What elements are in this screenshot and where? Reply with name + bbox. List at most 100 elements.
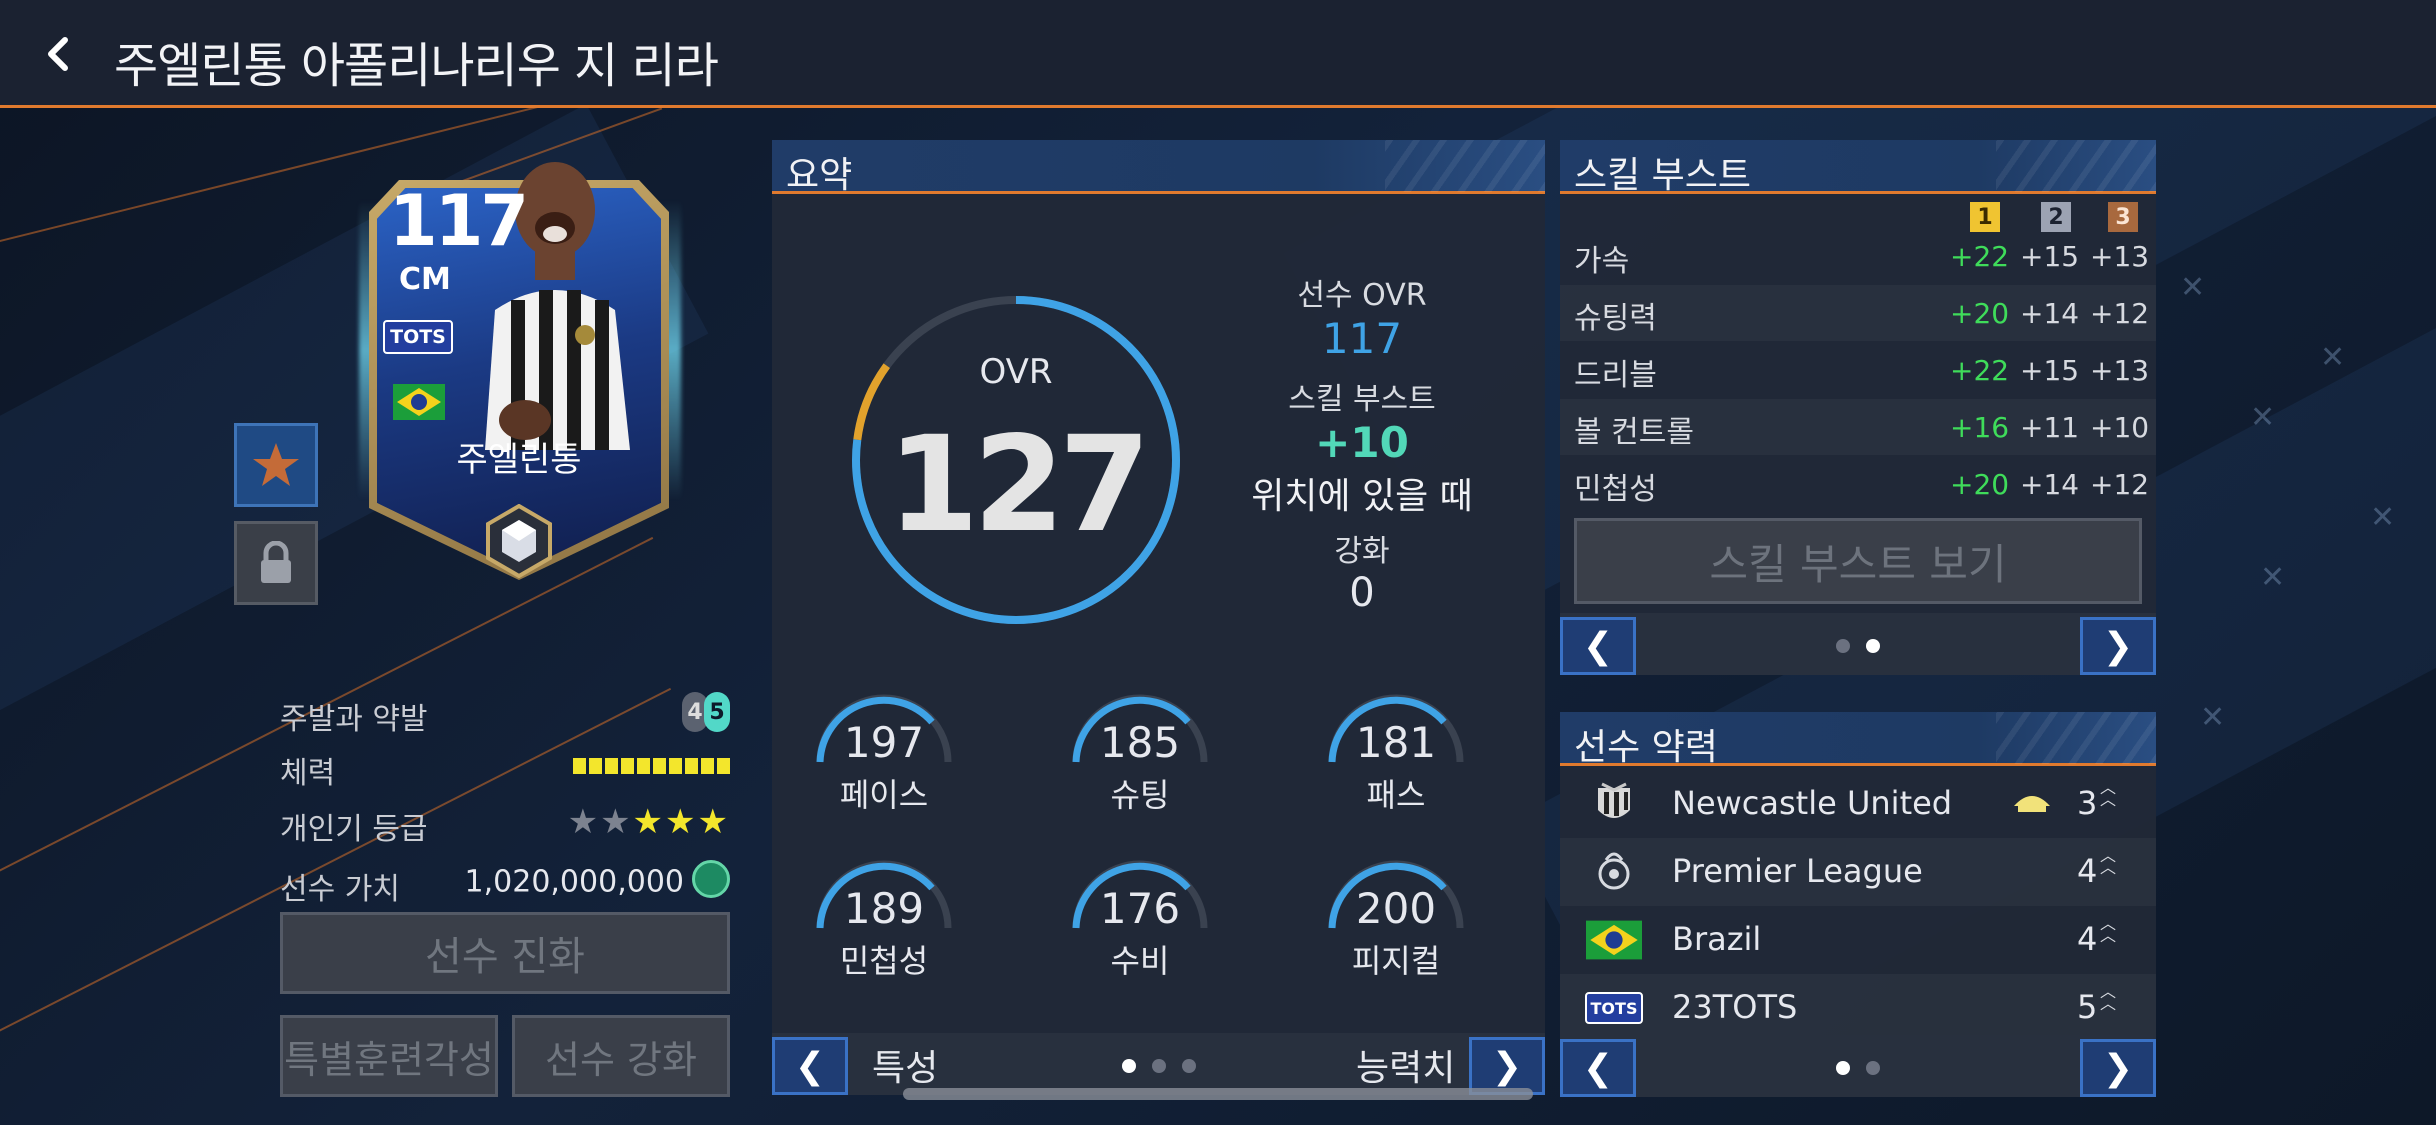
skill-name: 드리블: [1574, 358, 1657, 393]
skill-boost-row: 슈팅력 +20 +14 +12: [1560, 285, 2156, 341]
diamond-grade-icon: [486, 504, 552, 578]
popularity-stars: ★★★★★: [568, 802, 730, 842]
back-button[interactable]: [30, 26, 86, 82]
stat-item: 200 피지컬: [1316, 858, 1476, 998]
header-decor: [1996, 140, 2156, 192]
page-dot: [1866, 639, 1880, 653]
skill-boost-header: 스킬 부스트: [1560, 140, 2156, 196]
view-skill-boost-button[interactable]: 스킬 부스트 보기: [1574, 518, 2142, 604]
summary-next-button[interactable]: ❯: [1469, 1037, 1545, 1095]
history-page-dots: [1836, 1061, 1880, 1075]
history-icon: [1584, 780, 1644, 828]
bg-cross: ✕: [2200, 700, 2226, 735]
stat-value: 189: [843, 884, 925, 933]
skill-boost-panel: 스킬 부스트 1 2 3 가속 +22 +15 +13 슈팅력 +20 +14 +12 드리블 +…: [1560, 140, 2156, 675]
skill-rank2-value: +14: [2020, 468, 2080, 501]
stat-label: 페이스: [839, 776, 929, 814]
history-icon: [1584, 916, 1644, 964]
premier-league-icon: [1598, 852, 1630, 890]
history-level: 4: [2077, 852, 2098, 890]
stamina-segment: [589, 758, 602, 774]
skill-next-button[interactable]: ❯: [2080, 617, 2156, 675]
history-row[interactable]: TOTS 23TOTS 5 ︿ ︿: [1560, 974, 2156, 1042]
skill-boost-block: 스킬 부스트 +10 위치에 있을 때: [1192, 374, 1532, 519]
stat-label: 피지컬: [1351, 942, 1441, 980]
value-field: 1,020,000,000: [465, 860, 730, 902]
skill-rank3-value: +10: [2090, 411, 2150, 444]
skill-name: 슈팅력: [1574, 301, 1657, 336]
skill-rank2-value: +11: [2020, 411, 2080, 444]
bg-cross: ✕: [2370, 500, 2396, 535]
stamina-label: 체력: [280, 756, 336, 791]
stamina-bar: [573, 758, 730, 774]
stat-item: 185 슈팅: [1060, 692, 1220, 832]
star-icon: [253, 443, 299, 486]
history-level: 4: [2077, 920, 2098, 958]
bg-cross: ✕: [2320, 340, 2346, 375]
stat-value: 181: [1355, 718, 1437, 767]
history-level: 5: [2077, 988, 2098, 1026]
header-decor: [1385, 140, 1545, 192]
level-up-icon: ︿ ︿: [2100, 982, 2117, 1013]
stamina-segment: [621, 758, 634, 774]
stamina-segment: [653, 758, 666, 774]
card-ovr: 117: [389, 180, 529, 262]
stat-label: 수비: [1110, 942, 1170, 980]
skill-rank2-value: +14: [2020, 297, 2080, 330]
popularity-label: 개인기 등급: [280, 812, 428, 847]
skill-rank1-value: +20: [1950, 297, 2010, 330]
player-ovr-label: 선수 OVR: [1297, 278, 1427, 313]
summary-prev-button[interactable]: ❮: [772, 1037, 848, 1095]
level-up-icon: ︿ ︿: [2100, 778, 2117, 809]
history-name: Brazil: [1672, 920, 1762, 958]
history-name: 23TOTS: [1672, 988, 1798, 1026]
lock-button[interactable]: [234, 521, 318, 605]
level-up-icon: ︿ ︿: [2100, 914, 2117, 945]
page-dot: [1122, 1059, 1136, 1073]
stamina-segment: [637, 758, 650, 774]
traits-tab[interactable]: 특성: [872, 1039, 938, 1091]
page-dot: [1836, 1061, 1850, 1075]
skill-rank1-value: +16: [1950, 411, 2010, 444]
history-next-button[interactable]: ❯: [2080, 1039, 2156, 1097]
stat-value: 200: [1355, 884, 1437, 933]
summary-panel: 요약 OVR 127 선수 OVR 117 스킬 부스트 +10 위치에 있을 …: [772, 140, 1545, 1095]
chevron-left-icon: [48, 37, 68, 71]
star-icon: ★: [665, 802, 698, 842]
skill-boost-row: 가속 +22 +15 +13: [1560, 228, 2156, 284]
player-history-panel: 선수 약력 Newcastle United 3 ︿ ︿ Premier League 4…: [1560, 712, 2156, 1097]
favorite-button[interactable]: [234, 423, 318, 507]
evolve-button[interactable]: 선수 진화: [280, 912, 730, 994]
header-decor: [1996, 712, 2156, 764]
value-row: 선수 가치 1,020,000,000: [280, 860, 730, 907]
history-prev-button[interactable]: ❮: [1560, 1039, 1636, 1097]
enhance-button[interactable]: 선수 강화: [512, 1015, 730, 1097]
abilities-tab[interactable]: 능력치: [1356, 1039, 1455, 1091]
foot-label: 주발과 약발: [280, 702, 428, 737]
summary-footer: ❮ 특성 능력치 ❯: [772, 1033, 1545, 1095]
stamina-segment: [701, 758, 714, 774]
horizontal-scrollbar[interactable]: [903, 1088, 1533, 1100]
special-training-button[interactable]: 특별훈련각성: [280, 1015, 498, 1097]
foot-row: 주발과 약발 4 5: [280, 690, 730, 737]
page-dot: [1836, 639, 1850, 653]
skill-rank3-value: +13: [2090, 354, 2150, 387]
history-row[interactable]: Premier League 4 ︿ ︿: [1560, 838, 2156, 906]
stat-item: 181 패스: [1316, 692, 1476, 832]
skill-rank3-value: +13: [2090, 240, 2150, 273]
history-row[interactable]: Brazil 4 ︿ ︿: [1560, 906, 2156, 974]
enhance-value: 0: [1349, 570, 1375, 616]
player-ovr-value: 117: [1321, 314, 1403, 363]
history-header: 선수 약력: [1560, 712, 2156, 768]
stamina-segment: [573, 758, 586, 774]
stamina-segment: [605, 758, 618, 774]
skill-boost-row: 드리블 +22 +15 +13: [1560, 342, 2156, 398]
value-label: 선수 가치: [280, 872, 400, 907]
skill-rank3-value: +12: [2090, 297, 2150, 330]
player-card[interactable]: 117 CM TOTS 주엘린통: [355, 140, 685, 580]
skill-prev-button[interactable]: ❮: [1560, 617, 1636, 675]
history-row[interactable]: Newcastle United 3 ︿ ︿: [1560, 770, 2156, 838]
history-name: Premier League: [1672, 852, 1923, 890]
skill-boost-footer: ❮ ❯: [1560, 613, 2156, 675]
history-icon: [1584, 848, 1644, 896]
